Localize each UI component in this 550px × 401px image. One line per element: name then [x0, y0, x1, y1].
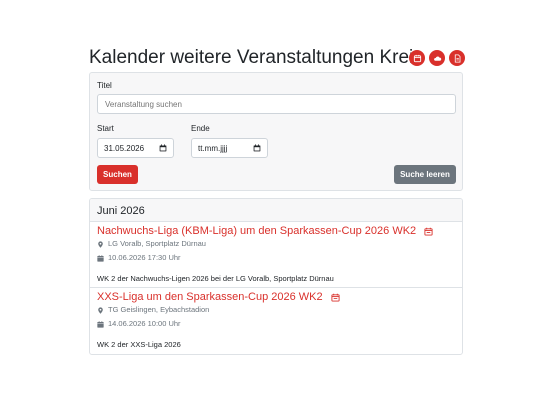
clear-search-button[interactable]: Suche leeren — [394, 165, 456, 184]
pdf-file-icon — [454, 53, 460, 63]
event-datetime: 14.06.2026 10:00 Uhr — [97, 319, 455, 329]
event-location-text: TG Geislingen, Eybachstadion — [108, 305, 210, 314]
calendar-picker-icon[interactable] — [253, 144, 261, 152]
header-actions — [409, 50, 465, 66]
search-filter-card: Titel Start 31.05.2026 Ende tt.mm.jjjj S… — [89, 72, 463, 191]
event-location: LG Voralb, Sportplatz Dürnau — [97, 239, 455, 249]
event-title-link[interactable]: XXS-Liga um den Sparkassen-Cup 2026 WK2 — [97, 291, 323, 304]
start-date-field[interactable]: 31.05.2026 — [97, 138, 174, 158]
calendar-icon — [97, 254, 104, 262]
calendar-icon — [97, 320, 104, 328]
pdf-export-button[interactable] — [449, 50, 465, 66]
event-title[interactable]: Nachwuchs-Liga (KBM-Liga) um den Sparkas… — [97, 225, 455, 238]
search-button[interactable]: Suchen — [97, 165, 138, 184]
page-title: Kalender weitere Veranstaltungen Kreis — [89, 47, 423, 68]
title-search-input[interactable] — [97, 94, 456, 114]
start-date-value: 31.05.2026 — [104, 143, 145, 153]
end-date-field[interactable]: tt.mm.jjjj — [191, 138, 268, 158]
add-to-calendar-icon[interactable] — [424, 227, 433, 236]
results-card: Juni 2026 Nachwuchs-Liga (KBM-Liga) um d… — [89, 198, 463, 355]
event-datetime-text: 10.06.2026 17:30 Uhr — [108, 253, 181, 262]
title-label: Titel — [97, 81, 112, 90]
map-marker-icon — [98, 240, 103, 248]
calendar-picker-icon[interactable] — [159, 144, 167, 152]
month-heading: Juni 2026 — [90, 199, 462, 222]
event-description: WK 2 der XXS-Liga 2026 — [97, 340, 181, 349]
map-marker-icon — [98, 306, 103, 314]
event-location: TG Geislingen, Eybachstadion — [97, 305, 455, 315]
event-item: Nachwuchs-Liga (KBM-Liga) um den Sparkas… — [90, 222, 462, 288]
add-to-calendar-icon[interactable] — [331, 293, 340, 302]
event-title-link[interactable]: Nachwuchs-Liga (KBM-Liga) um den Sparkas… — [97, 225, 416, 238]
event-description: WK 2 der Nachwuchs-Ligen 2026 bei der LG… — [97, 274, 334, 283]
event-item: XXS-Liga um den Sparkassen-Cup 2026 WK2 … — [90, 288, 462, 354]
calendar-icon — [413, 54, 421, 62]
start-label: Start — [97, 124, 114, 133]
cloud-subscribe-button[interactable] — [429, 50, 445, 66]
end-date-placeholder: tt.mm.jjjj — [198, 143, 228, 153]
event-datetime-text: 14.06.2026 10:00 Uhr — [108, 319, 181, 328]
calendar-export-button[interactable] — [409, 50, 425, 66]
event-title[interactable]: XXS-Liga um den Sparkassen-Cup 2026 WK2 — [97, 291, 455, 304]
end-label: Ende — [191, 124, 210, 133]
event-location-text: LG Voralb, Sportplatz Dürnau — [108, 239, 206, 248]
event-datetime: 10.06.2026 17:30 Uhr — [97, 253, 455, 263]
cloud-icon — [433, 56, 441, 61]
